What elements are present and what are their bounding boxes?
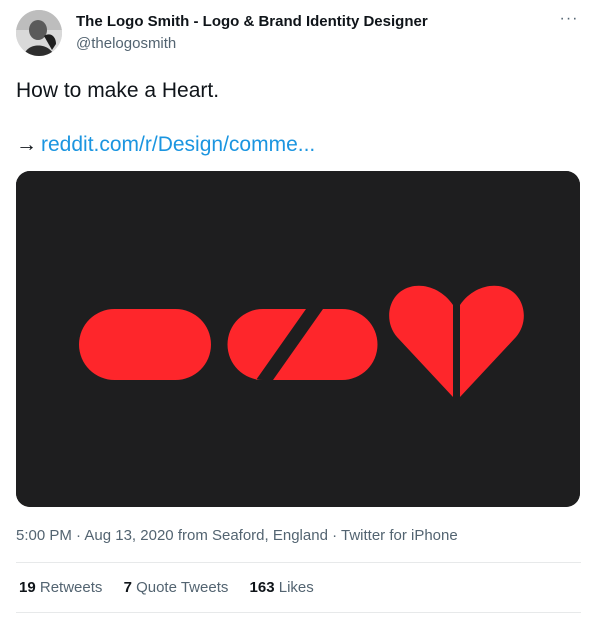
retweets-count: 19 — [19, 579, 36, 596]
more-icon[interactable]: ··· — [557, 11, 581, 30]
divider — [16, 562, 581, 563]
tweet-link-line: → reddit.com/r/Design/comme... — [16, 131, 315, 159]
arrow-icon: → — [16, 133, 37, 156]
tweet-link[interactable]: reddit.com/r/Design/comme... — [41, 133, 315, 156]
tweet-location[interactable]: Seaford, England — [212, 527, 328, 544]
quote-tweets-stat[interactable]: 7 Quote Tweets — [124, 579, 229, 596]
meta-from: from — [177, 527, 208, 544]
tweet-media[interactable] — [16, 171, 580, 507]
author-handle[interactable]: @thelogosmith — [76, 34, 176, 54]
avatar[interactable] — [16, 10, 62, 56]
heart-construction-image — [16, 171, 580, 507]
tweet-text: How to make a Heart. — [16, 79, 220, 102]
tweet-time[interactable]: 5:00 PM — [16, 527, 72, 544]
quote-tweets-count: 7 — [123, 579, 132, 596]
tweet-meta: 5:00 PM · Aug 13, 2020 from Seaford, Eng… — [16, 526, 458, 546]
meta-separator-2: · — [332, 527, 338, 544]
likes-count: 163 — [249, 579, 275, 596]
tweet-source[interactable]: Twitter for iPhone — [341, 527, 458, 544]
tweet-stats: 19 Retweets 7 Quote Tweets 163 Likes — [19, 578, 331, 598]
divider-bottom — [16, 612, 581, 613]
retweets-label: Retweets — [39, 579, 103, 596]
retweets-stat[interactable]: 19 Retweets — [19, 579, 102, 596]
tweet-date[interactable]: Aug 13, 2020 — [84, 527, 173, 544]
quote-tweets-label: Quote Tweets — [136, 579, 229, 596]
meta-separator: · — [76, 527, 82, 544]
likes-label: Likes — [278, 579, 314, 596]
author-name[interactable]: The Logo Smith - Logo & Brand Identity D… — [76, 12, 428, 32]
likes-stat[interactable]: 163 Likes — [250, 579, 314, 596]
pill-shape — [79, 309, 211, 380]
avatar-image — [16, 10, 62, 56]
tweet-card: The Logo Smith - Logo & Brand Identity D… — [0, 0, 597, 622]
